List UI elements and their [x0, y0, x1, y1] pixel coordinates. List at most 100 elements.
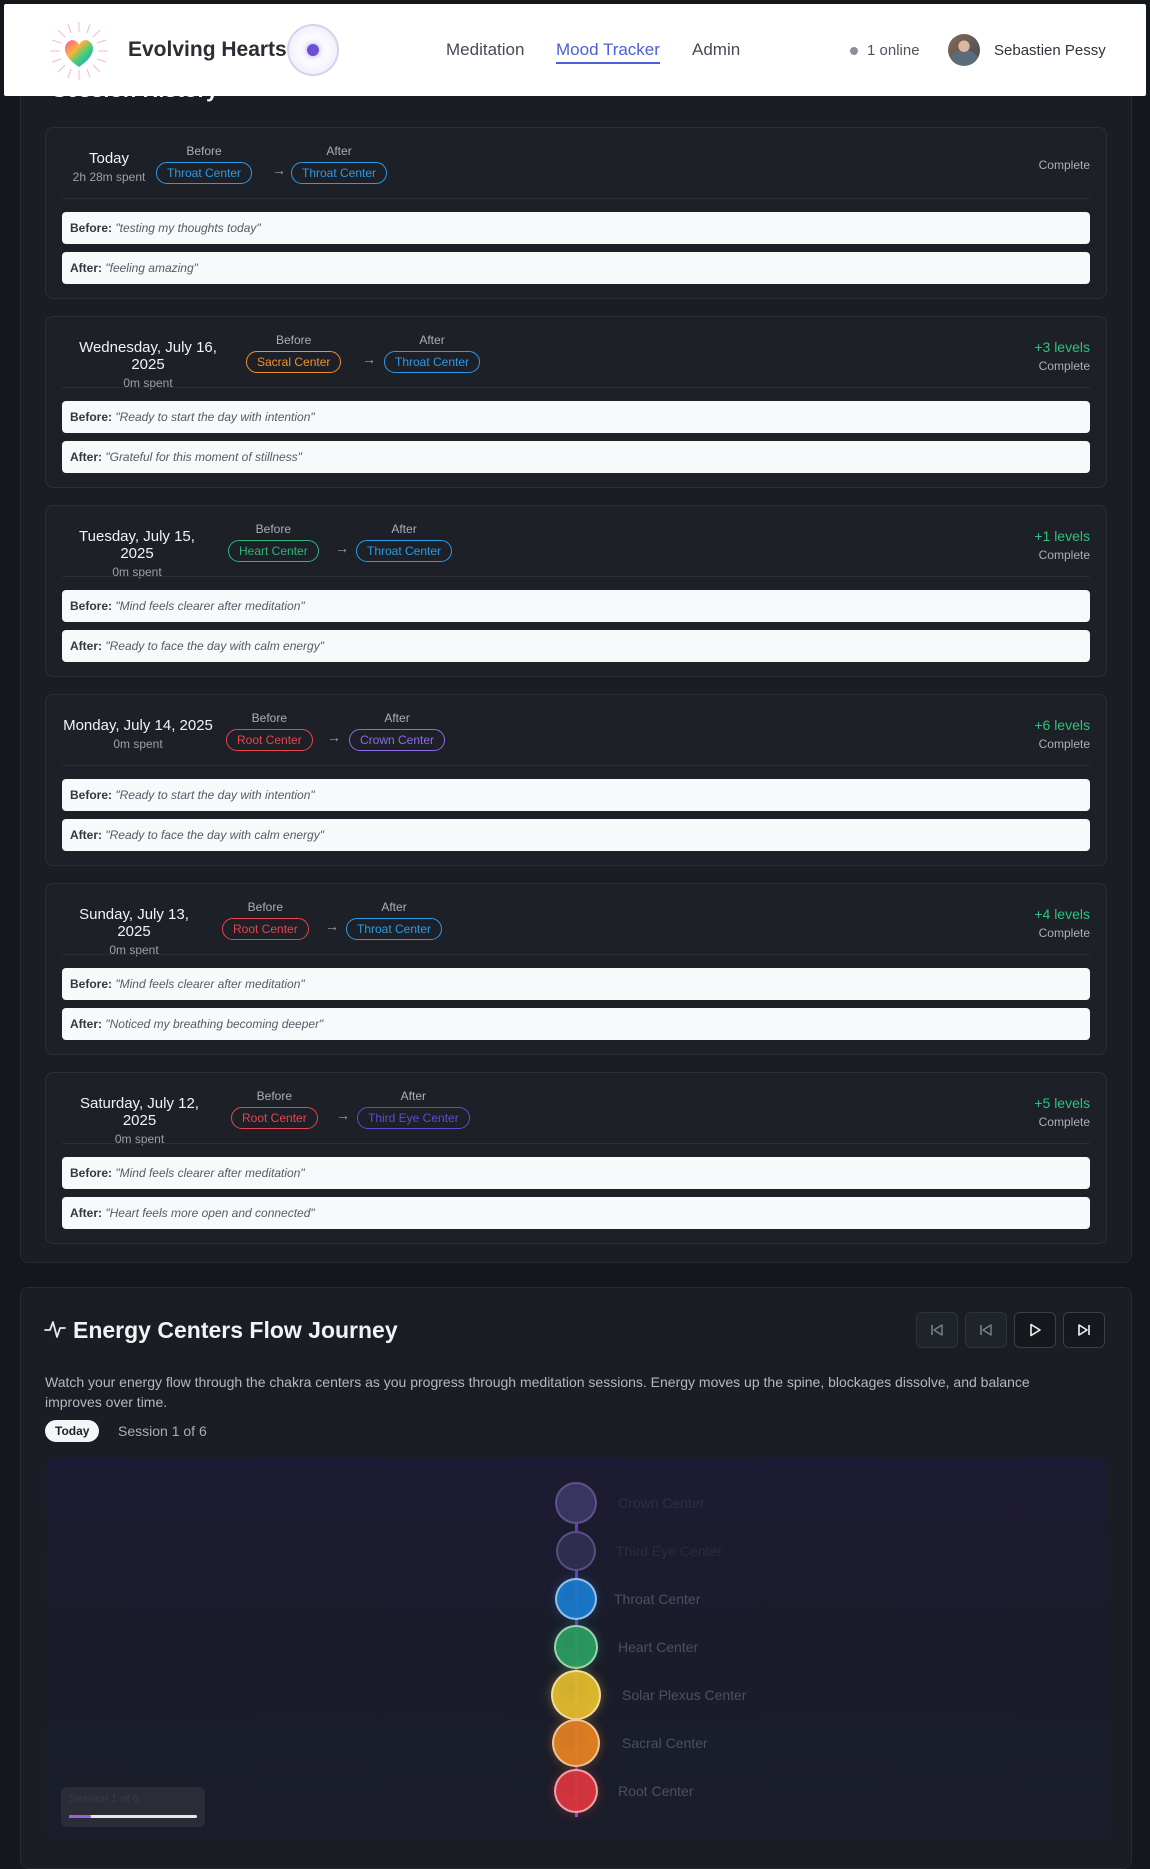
energy-orb-icon[interactable] [287, 24, 339, 76]
before-label: Before [247, 900, 284, 914]
before-note-prefix: Before: [70, 221, 113, 235]
completion-status: Complete [1038, 548, 1090, 562]
before-note: Before: "Mind feels clearer after medita… [62, 590, 1090, 622]
after-label: After [400, 1089, 427, 1103]
before-note-text: "testing my thoughts today" [115, 221, 261, 235]
nav-admin[interactable]: Admin [692, 40, 740, 60]
before-mood: Before Heart Center [228, 522, 319, 562]
before-note: Before: "Ready to start the day with int… [62, 401, 1090, 433]
after-chakra-badge: Throat Center [356, 540, 453, 562]
levels-gained: +1 levels [1034, 528, 1090, 544]
chakra-third-eye-center[interactable] [556, 1531, 596, 1571]
session-card: Wednesday, July 16, 2025 0m spent Before… [45, 316, 1107, 488]
before-note-prefix: Before: [70, 599, 113, 613]
completion-status: Complete [1038, 359, 1090, 373]
after-note-prefix: After: [70, 450, 102, 464]
before-chakra-badge: Root Center [222, 918, 309, 940]
after-chakra-badge: Throat Center [291, 162, 388, 184]
before-note: Before: "testing my thoughts today" [62, 212, 1090, 244]
before-note-text: "Mind feels clearer after meditation" [115, 1166, 305, 1180]
chakra-crown-center[interactable] [555, 1482, 597, 1524]
completion-status: Complete [1038, 1115, 1090, 1129]
session-date-text: Tuesday, July 15, 2025 [79, 528, 195, 562]
session-time-spent: 0m spent [113, 737, 163, 751]
chakra-sacral-center[interactable] [552, 1719, 600, 1767]
session-date-text: Monday, July 14, 2025 [63, 717, 213, 734]
chakra-solar-plexus-center[interactable] [551, 1670, 601, 1720]
chakra-label: Throat Center [614, 1591, 701, 1607]
before-note-text: "Ready to start the day with intention" [115, 788, 315, 802]
step-back-icon [980, 1324, 992, 1336]
nav-meditation[interactable]: Meditation [446, 40, 524, 60]
chakra-root-center[interactable] [554, 1769, 598, 1813]
brand-name[interactable]: Evolving Hearts [128, 38, 287, 62]
after-note: After: "Grateful for this moment of stil… [62, 441, 1090, 473]
session-progress-widget: Session 1 of 6 [61, 1787, 205, 1827]
after-note-prefix: After: [70, 828, 102, 842]
chakra-label: Crown Center [618, 1495, 705, 1511]
before-note: Before: "Ready to start the day with int… [62, 779, 1090, 811]
arrow-right-icon: → [336, 1107, 350, 1123]
nav-mood-tracker[interactable]: Mood Tracker [556, 40, 660, 64]
arrow-right-icon: → [327, 729, 341, 745]
skip-to-end-button[interactable] [1063, 1312, 1105, 1348]
before-label: Before [276, 333, 312, 347]
after-mood: After Throat Center [291, 144, 388, 184]
before-note-prefix: Before: [70, 1166, 113, 1180]
chakra-label: Sacral Center [622, 1735, 708, 1751]
arrow-right-icon: → [272, 162, 286, 178]
after-mood: After Crown Center [349, 711, 446, 751]
skip-end-icon [1078, 1324, 1090, 1336]
session-date: Tuesday, July 15, 2025 0m spent [62, 528, 212, 579]
session-card: Sunday, July 13, 2025 0m spent Before Ro… [45, 883, 1107, 1055]
before-mood: Before Root Center [222, 900, 309, 940]
card-divider [62, 954, 1090, 955]
current-session-badge: Today [45, 1420, 100, 1442]
levels-gained: +4 levels [1034, 906, 1090, 922]
orb-center-dot [307, 44, 319, 56]
heart-logo-icon[interactable] [48, 20, 110, 82]
card-divider [62, 198, 1090, 199]
after-note-prefix: After: [70, 1017, 102, 1031]
before-label: Before [186, 144, 222, 158]
previous-session-button[interactable] [965, 1312, 1007, 1348]
before-note: Before: "Mind feels clearer after medita… [62, 968, 1090, 1000]
chakra-throat-center[interactable] [555, 1578, 597, 1620]
after-mood: After Throat Center [356, 522, 453, 562]
arrow-right-icon: → [325, 918, 339, 934]
session-progress-label: Session 1 of 6 [69, 1793, 139, 1805]
before-chakra-badge: Sacral Center [246, 351, 342, 373]
session-date-text: Wednesday, July 16, 2025 [79, 339, 217, 373]
after-note: After: "Ready to face the day with calm … [62, 819, 1090, 851]
session-progress-track [69, 1815, 197, 1818]
arrow-right-icon: → [335, 540, 349, 556]
session-card: Monday, July 14, 2025 0m spent Before Ro… [45, 694, 1107, 866]
chakra-label: Solar Plexus Center [622, 1687, 747, 1703]
before-chakra-badge: Throat Center [156, 162, 253, 184]
before-chakra-badge: Root Center [231, 1107, 318, 1129]
session-date-text: Sunday, July 13, 2025 [79, 906, 189, 940]
chakra-flow-visualization: Crown Center Third Eye Center Throat Cente… [45, 1457, 1107, 1840]
after-note-text: "Grateful for this moment of stillness" [105, 450, 302, 464]
user-name[interactable]: Sebastien Pessy [994, 42, 1106, 59]
user-avatar[interactable] [948, 34, 980, 66]
chakra-label: Third Eye Center [616, 1543, 722, 1559]
after-note-text: "Noticed my breathing becoming deeper" [105, 1017, 324, 1031]
session-card: Today 2h 28m spent Before Throat Center … [45, 127, 1107, 299]
after-note-prefix: After: [70, 1206, 102, 1220]
after-note: After: "Ready to face the day with calm … [62, 630, 1090, 662]
session-counter: Session 1 of 6 [118, 1423, 207, 1439]
after-chakra-badge: Throat Center [346, 918, 443, 940]
chakra-label: Heart Center [618, 1639, 699, 1655]
session-card: Tuesday, July 15, 2025 0m spent Before H… [45, 505, 1107, 677]
session-date: Wednesday, July 16, 2025 0m spent [62, 339, 234, 390]
energy-flow-title: Energy Centers Flow Journey [73, 1317, 398, 1343]
skip-start-icon [931, 1324, 943, 1336]
chakra-heart-center[interactable] [554, 1625, 598, 1669]
before-label: Before [251, 711, 288, 725]
top-navbar: Evolving Hearts Meditation Mood Tracker … [4, 4, 1146, 96]
play-button[interactable] [1014, 1312, 1056, 1348]
before-note-prefix: Before: [70, 788, 113, 802]
skip-to-start-button[interactable] [916, 1312, 958, 1348]
after-chakra-badge: Third Eye Center [357, 1107, 470, 1129]
